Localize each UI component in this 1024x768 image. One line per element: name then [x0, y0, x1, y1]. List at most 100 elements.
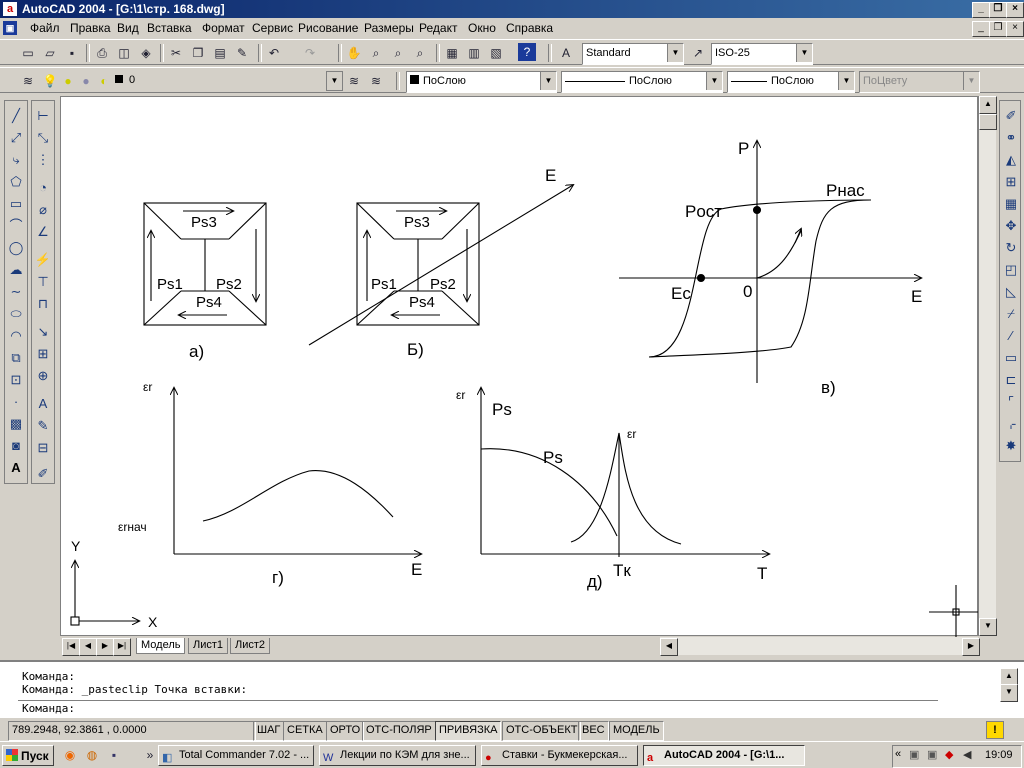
design-center-icon[interactable]: ▥	[464, 43, 484, 63]
angular-dim-icon[interactable]: ∠	[32, 221, 54, 243]
continue-dim-icon[interactable]: ⊓	[32, 293, 54, 315]
doc-close-button[interactable]: ×	[1006, 21, 1024, 37]
layer-lock-icon[interactable]: ●	[76, 71, 96, 91]
explode-icon[interactable]: ✸	[1000, 435, 1022, 457]
osnap-toggle[interactable]: ПРИВЯЗКА	[435, 721, 502, 741]
rectangle-icon[interactable]: ▭	[5, 193, 27, 215]
paste-icon[interactable]: ▤	[210, 43, 230, 63]
erase-icon[interactable]: ✐	[1000, 105, 1022, 127]
tab-layout1[interactable]: Лист1	[188, 638, 229, 654]
command-input[interactable]: Команда:	[18, 700, 938, 716]
task-autocad[interactable]: a AutoCAD 2004 - [G:\1...	[643, 745, 805, 766]
preview-icon[interactable]: ◫	[114, 43, 134, 63]
menu-format[interactable]: Формат	[202, 21, 245, 35]
tolerance-icon[interactable]: ⊞	[32, 343, 54, 365]
cmd-scroll-down-button[interactable]: ▼	[1000, 684, 1018, 702]
close-button[interactable]: ×	[1006, 2, 1024, 18]
save-quicklaunch-icon[interactable]: ▪	[104, 745, 124, 765]
quick-dim-icon[interactable]: ⚡	[32, 249, 54, 271]
layer-plot-icon[interactable]: ◐	[94, 71, 114, 91]
revision-cloud-icon[interactable]: ☁	[5, 259, 27, 281]
dim-edit-icon[interactable]: A	[32, 393, 54, 415]
scroll-right-button[interactable]: ▶	[962, 638, 980, 656]
lineweight-select[interactable]: ПоСлою ▼	[727, 71, 855, 93]
multiline-text-icon[interactable]: A	[5, 457, 27, 479]
dim-update-icon[interactable]: ⊟	[32, 437, 54, 459]
autocad-app-icon[interactable]: a	[3, 2, 17, 16]
make-block-icon[interactable]: ⊡	[5, 369, 27, 391]
linetype-select[interactable]: ПоСлою ▼	[561, 71, 723, 93]
communication-center-icon[interactable]: !	[986, 721, 1004, 739]
offset-icon[interactable]: ⊞	[1000, 171, 1022, 193]
construction-line-icon[interactable]: ⤢	[5, 127, 27, 149]
cut-icon[interactable]: ✂	[166, 43, 186, 63]
menu-dimension[interactable]: Размеры	[364, 21, 414, 35]
match-properties-icon[interactable]: ✎	[232, 43, 252, 63]
network-icon[interactable]: ▣	[909, 748, 919, 761]
zoom-previous-icon[interactable]: ⌕	[410, 43, 430, 63]
menu-edit[interactable]: Правка	[70, 21, 111, 35]
rotate-icon[interactable]: ↻	[1000, 237, 1022, 259]
task-total-commander[interactable]: ◧ Total Commander 7.02 - ...	[158, 745, 314, 766]
tab-first-icon[interactable]: |◀	[62, 638, 80, 656]
menu-window[interactable]: Окно	[468, 21, 496, 35]
chamfer-icon[interactable]: ⌜	[1000, 391, 1022, 413]
layer-previous-icon[interactable]: ≋	[366, 71, 386, 91]
layer-on-icon[interactable]: 💡	[40, 71, 60, 91]
tab-model[interactable]: Модель	[136, 638, 186, 654]
copy-icon[interactable]: ❐	[188, 43, 208, 63]
menu-file[interactable]: Файл	[30, 21, 60, 35]
aligned-dim-icon[interactable]: ⤡	[32, 127, 54, 149]
ellipse-icon[interactable]: ⬭	[5, 303, 27, 325]
dim-text-edit-icon[interactable]: ✎	[32, 415, 54, 437]
scroll-down-button[interactable]: ▼	[979, 618, 997, 636]
polygon-icon[interactable]: ⬠	[5, 171, 27, 193]
trim-icon[interactable]: ⌿	[1000, 303, 1022, 325]
line-icon[interactable]: ╱	[5, 105, 27, 127]
scroll-up-button[interactable]: ▲	[979, 96, 997, 114]
color-select[interactable]: ПоСлою ▼	[406, 71, 557, 93]
array-icon[interactable]: ▦	[1000, 193, 1022, 215]
menu-help[interactable]: Справка	[506, 21, 553, 35]
quicklaunch-more-icon[interactable]: »	[140, 745, 160, 765]
print-icon[interactable]: ⎙	[92, 43, 112, 63]
help-icon[interactable]: ?	[518, 43, 536, 61]
tab-last-icon[interactable]: ▶|	[113, 638, 131, 656]
break-icon[interactable]: ▭	[1000, 347, 1022, 369]
menu-tools[interactable]: Сервис	[252, 21, 293, 35]
dim-style-select[interactable]: ISO-25 ▼	[711, 43, 813, 65]
polyline-icon[interactable]: ⤷	[5, 149, 27, 171]
volume-icon[interactable]: ◀	[963, 748, 971, 761]
start-button[interactable]: Пуск	[2, 745, 54, 766]
network2-icon[interactable]: ▣	[927, 748, 937, 761]
mirror-icon[interactable]: ◭	[1000, 149, 1022, 171]
diameter-dim-icon[interactable]: ⌀	[32, 199, 54, 221]
new-file-icon[interactable]: ▭	[18, 43, 38, 63]
restore-button[interactable]: ❐	[989, 2, 1007, 18]
tool-palettes-icon[interactable]: ▧	[486, 43, 506, 63]
ordinate-dim-icon[interactable]: ⋮	[32, 149, 54, 171]
antivirus-icon[interactable]: ◆	[945, 748, 953, 761]
dim-style-icon[interactable]: ↗	[688, 43, 708, 63]
join-icon[interactable]: ⊏	[1000, 369, 1022, 391]
firefox-quicklaunch-icon[interactable]: ◉	[60, 745, 80, 765]
make-layer-current-icon[interactable]: ≋	[344, 71, 364, 91]
zoom-window-icon[interactable]: ⌕	[388, 43, 408, 63]
scroll-thumb[interactable]	[979, 114, 997, 130]
leader-icon[interactable]: ↘	[32, 321, 54, 343]
doc-minimize-button[interactable]: _	[972, 21, 990, 37]
redo-icon[interactable]: ↷	[300, 43, 320, 63]
menu-insert[interactable]: Вставка	[147, 21, 192, 35]
menu-modify[interactable]: Редакт	[419, 21, 457, 35]
model-toggle[interactable]: МОДЕЛЬ	[609, 721, 664, 741]
layer-select[interactable]: 0 ▼	[112, 71, 343, 91]
snap-toggle[interactable]: ШАГ	[253, 721, 285, 741]
tab-layout2[interactable]: Лист2	[230, 638, 271, 654]
layer-manager-icon[interactable]: ≋	[18, 71, 38, 91]
baseline-dim-icon[interactable]: ⊤	[32, 271, 54, 293]
fillet-icon[interactable]: ⌌	[1000, 413, 1022, 435]
spline-icon[interactable]: ∼	[5, 281, 27, 303]
linear-dim-icon[interactable]: ⊢	[32, 105, 54, 127]
center-mark-icon[interactable]: ⊕	[32, 365, 54, 387]
task-word[interactable]: W Лекции по КЭМ для зне...	[319, 745, 476, 766]
